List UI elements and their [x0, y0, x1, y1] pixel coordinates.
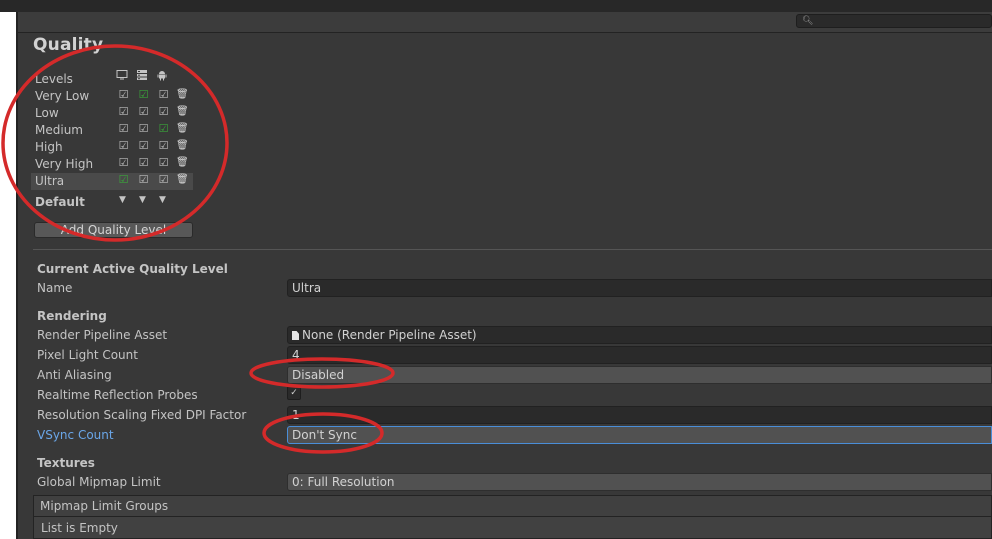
annotation-circle-levels	[1, 44, 229, 242]
annotation-circle-anti-aliasing	[249, 357, 395, 389]
annotation-overlay	[1, 44, 395, 454]
annotation-circle-vsync	[262, 412, 384, 454]
